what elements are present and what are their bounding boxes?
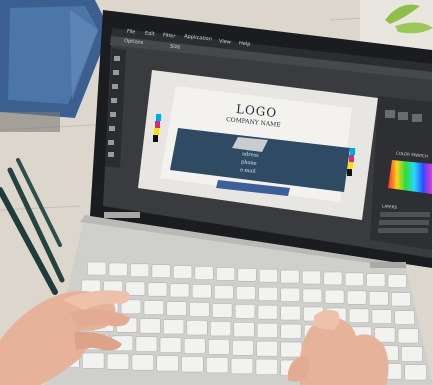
- keyboard-key: [301, 270, 322, 285]
- menu-view[interactable]: View: [219, 38, 231, 45]
- keyboard-key: [401, 346, 423, 362]
- keyboard-key: [131, 354, 154, 371]
- keyboard-key: [143, 300, 164, 316]
- keyboard-key: [280, 341, 303, 358]
- keyboard-key: [212, 303, 233, 318]
- keyboard-key: [280, 305, 301, 321]
- keyboard-key: [258, 286, 279, 302]
- keyboard-key: [368, 291, 389, 306]
- keyboard-key: [214, 285, 234, 300]
- keyboard-key: [404, 364, 427, 381]
- keyboard-key: [366, 273, 386, 288]
- keyboard-key: [216, 267, 236, 281]
- keyboard-key: [280, 287, 301, 302]
- plant: [360, 0, 433, 50]
- hinge-left: [104, 212, 140, 218]
- keyboard-key: [163, 319, 185, 335]
- keyboard-key: [166, 301, 187, 316]
- keyboard-key: [257, 304, 278, 320]
- keyboard-key: [173, 265, 193, 279]
- keyboard-key: [208, 339, 230, 355]
- keyboard-key: [210, 321, 232, 337]
- keyboard-key: [394, 310, 415, 325]
- keyboard-key: [191, 284, 212, 299]
- keyboard-key: [391, 292, 411, 307]
- keyboard-key: [237, 267, 257, 282]
- keyboard-key: [256, 322, 279, 339]
- keyboard-key: [280, 269, 300, 284]
- menu-help[interactable]: Help: [239, 40, 251, 47]
- keyboard-key: [183, 338, 206, 354]
- keyboard-key: [169, 283, 190, 298]
- keyboard-key: [397, 328, 419, 344]
- keyboard-key: [230, 357, 254, 375]
- keyboard-key: [82, 352, 105, 369]
- layer-rows: [378, 212, 430, 233]
- keyboard-key: [234, 303, 256, 319]
- keyboard-key: [233, 321, 255, 338]
- keyboard-key: [156, 355, 179, 372]
- menu-edit[interactable]: Edit: [145, 31, 155, 38]
- keyboard-key: [181, 356, 204, 373]
- keyboard-key: [302, 288, 323, 303]
- keyboard-key: [151, 264, 171, 279]
- keyboard-key: [258, 268, 279, 283]
- keyboard-key: [280, 323, 302, 339]
- keyboard-key: [371, 309, 392, 325]
- keyboard-key: [346, 290, 367, 305]
- size-label: Size: [169, 43, 181, 51]
- keyboard-key: [147, 282, 168, 297]
- keyboard-key: [256, 340, 279, 357]
- keyboard-key: [186, 320, 208, 336]
- photo-scene: [0, 0, 433, 385]
- keyboard-key: [194, 266, 214, 280]
- keyboard-key: [255, 358, 278, 376]
- keyboard-key: [159, 337, 182, 353]
- hinge-right: [370, 262, 406, 268]
- keyboard-key: [139, 318, 161, 334]
- keyboard-key: [206, 357, 229, 374]
- pouch: [0, 112, 60, 132]
- keyboard-key: [344, 272, 364, 287]
- keyboard-key: [189, 302, 210, 317]
- keyboard-key: [387, 274, 407, 288]
- menu-filter[interactable]: Filter: [163, 32, 176, 39]
- keyboard-key: [236, 285, 256, 301]
- keyboard-key: [87, 261, 107, 276]
- keyboard-key: [130, 263, 150, 278]
- keyboard-key: [323, 271, 343, 286]
- color-picker-icon: [388, 160, 432, 194]
- keyboard-key: [106, 353, 130, 370]
- menu-file[interactable]: File: [127, 29, 136, 36]
- keyboard-key: [232, 339, 254, 356]
- keyboard-key: [108, 262, 128, 277]
- keyboard-key: [324, 289, 345, 304]
- keyboard-key: [135, 336, 158, 353]
- keyboard-key: [348, 308, 370, 324]
